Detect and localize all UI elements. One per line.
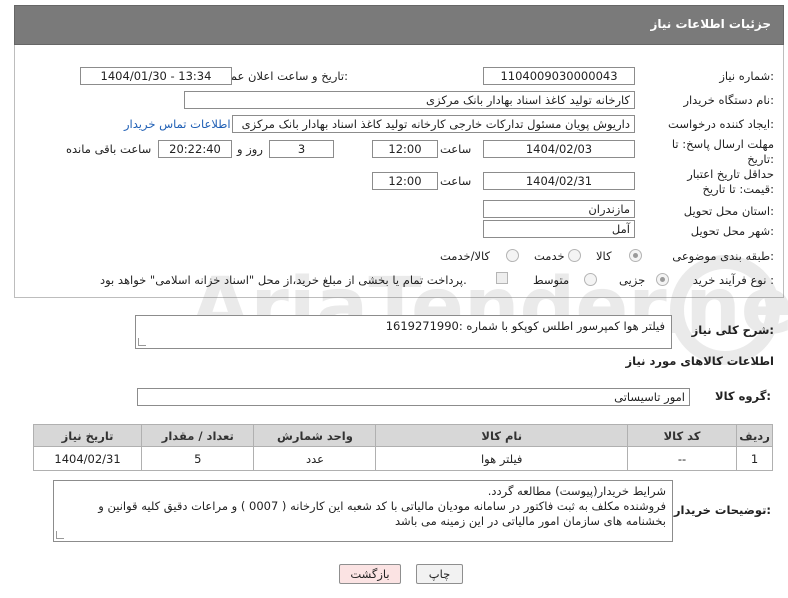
cell-name: فیلتر هوا — [375, 446, 628, 471]
reply-days-label: روز و — [237, 142, 263, 156]
resize-grip-icon — [56, 531, 64, 539]
need-number-label: شماره نیاز: — [719, 69, 774, 83]
cell-code: -- — [626, 446, 738, 471]
category-radio-service[interactable] — [568, 249, 581, 262]
description-text: فیلتر هوا کمپرسور اطلس کوپکو با شماره :1… — [385, 319, 665, 333]
goods-group-field: امور تاسیساتی — [137, 388, 690, 406]
treasury-payment-checkbox[interactable] — [496, 272, 508, 284]
buyer-notes-textarea: شرایط خریدار(پیوست) مطالعه گردد. فروشنده… — [53, 480, 673, 542]
price-validity-time-label: ساعت — [440, 174, 472, 188]
category-radio-goods[interactable] — [629, 249, 642, 262]
buyer-org-field: کارخانه تولید کاغذ اسناد بهادار بانک مرک… — [184, 91, 635, 109]
province-field: مازندران — [483, 200, 635, 218]
back-button[interactable]: بازگشت — [339, 564, 401, 584]
purchase-type-label: نوع فرآیند خرید : — [692, 273, 774, 287]
remaining-time-label: ساعت باقی مانده — [66, 142, 152, 156]
remaining-time-field: 20:22:40 — [158, 140, 232, 158]
category-option-service: خدمت — [534, 249, 565, 263]
price-validity-label: حداقل تاریخ اعتبار قیمت: تا تاریخ: — [687, 167, 774, 196]
category-option-both: کالا/خدمت — [440, 249, 491, 263]
col-header-code: کد کالا — [626, 424, 738, 447]
table-header-row: ردیف کد کالا نام کالا واحد شمارش تعداد /… — [32, 424, 773, 447]
cell-qty: 5 — [141, 446, 255, 471]
category-radio-both[interactable] — [506, 249, 519, 262]
col-header-row-number: ردیف — [736, 424, 773, 447]
page-title: جزئیات اطلاعات نیاز — [650, 17, 771, 31]
treasury-payment-note: پرداخت تمام یا بخشی از مبلغ خرید،از محل … — [100, 273, 467, 287]
col-header-unit: واحد شمارش — [253, 424, 377, 447]
city-label: شهر محل تحویل: — [690, 224, 774, 238]
purchase-radio-medium[interactable] — [584, 273, 597, 286]
city-field: آمل — [483, 220, 635, 238]
panel-header: جزئیات اطلاعات نیاز — [14, 5, 784, 45]
buyer-org-label: نام دستگاه خریدار: — [683, 93, 774, 107]
cell-date: 1404/02/31 — [32, 446, 143, 471]
purchase-radio-minor[interactable] — [656, 273, 669, 286]
buyer-notes-label: توضیحات خریدار: — [673, 503, 771, 517]
reply-time-field: 12:00 — [372, 140, 438, 158]
buyer-notes-line-3: بخشنامه های سازمان امور مالیاتی در این ز… — [395, 514, 666, 528]
announce-datetime-field: 1404/01/30 - 13:34 — [80, 67, 232, 85]
reply-deadline-label: مهلت ارسال پاسخ: تا تاریخ: — [671, 137, 774, 166]
col-header-name: نام کالا — [375, 424, 628, 447]
goods-group-label: گروه کالا: — [715, 389, 771, 403]
cell-row-number: 1 — [736, 446, 773, 471]
requester-field: داریوش پویان مسئول تدارکات خارجی کارخانه… — [232, 115, 635, 133]
need-number-field: 1104009030000043 — [483, 67, 635, 85]
cell-unit: عدد — [253, 446, 377, 471]
category-label: طبقه بندی موضوعی: — [672, 249, 774, 263]
price-validity-date-field: 1404/02/31 — [483, 172, 635, 190]
table-row: 1 -- فیلتر هوا عدد 5 1404/02/31 — [32, 446, 773, 471]
buyer-notes-line-2: فروشنده مکلف به ثبت فاکتور در سامانه مود… — [98, 499, 666, 513]
description-label: شرح کلی نیاز: — [691, 323, 774, 337]
buyer-contact-link[interactable]: اطلاعات تماس خریدار — [124, 117, 231, 131]
print-button[interactable]: چاپ — [416, 564, 463, 584]
reply-time-label: ساعت — [440, 142, 472, 156]
description-textarea: فیلتر هوا کمپرسور اطلس کوپکو با شماره :1… — [135, 315, 672, 349]
resize-grip-icon — [138, 338, 146, 346]
reply-date-field: 1404/02/03 — [483, 140, 635, 158]
buyer-notes-line-1: شرایط خریدار(پیوست) مطالعه گردد. — [487, 484, 666, 498]
province-label: استان محل تحویل: — [683, 204, 774, 218]
col-header-qty: تعداد / مقدار — [141, 424, 255, 447]
requester-label: ایجاد کننده درخواست: — [668, 117, 774, 131]
purchase-option-minor: جزیی — [619, 273, 646, 287]
goods-table: ردیف کد کالا نام کالا واحد شمارش تعداد /… — [32, 424, 773, 471]
price-validity-time-field: 12:00 — [372, 172, 438, 190]
col-header-date: تاریخ نیاز — [32, 424, 143, 447]
goods-section-title: اطلاعات کالاهای مورد نیاز — [625, 354, 774, 368]
category-option-goods: کالا — [596, 249, 612, 263]
reply-days-field: 3 — [269, 140, 334, 158]
purchase-option-medium: متوسط — [533, 273, 570, 287]
